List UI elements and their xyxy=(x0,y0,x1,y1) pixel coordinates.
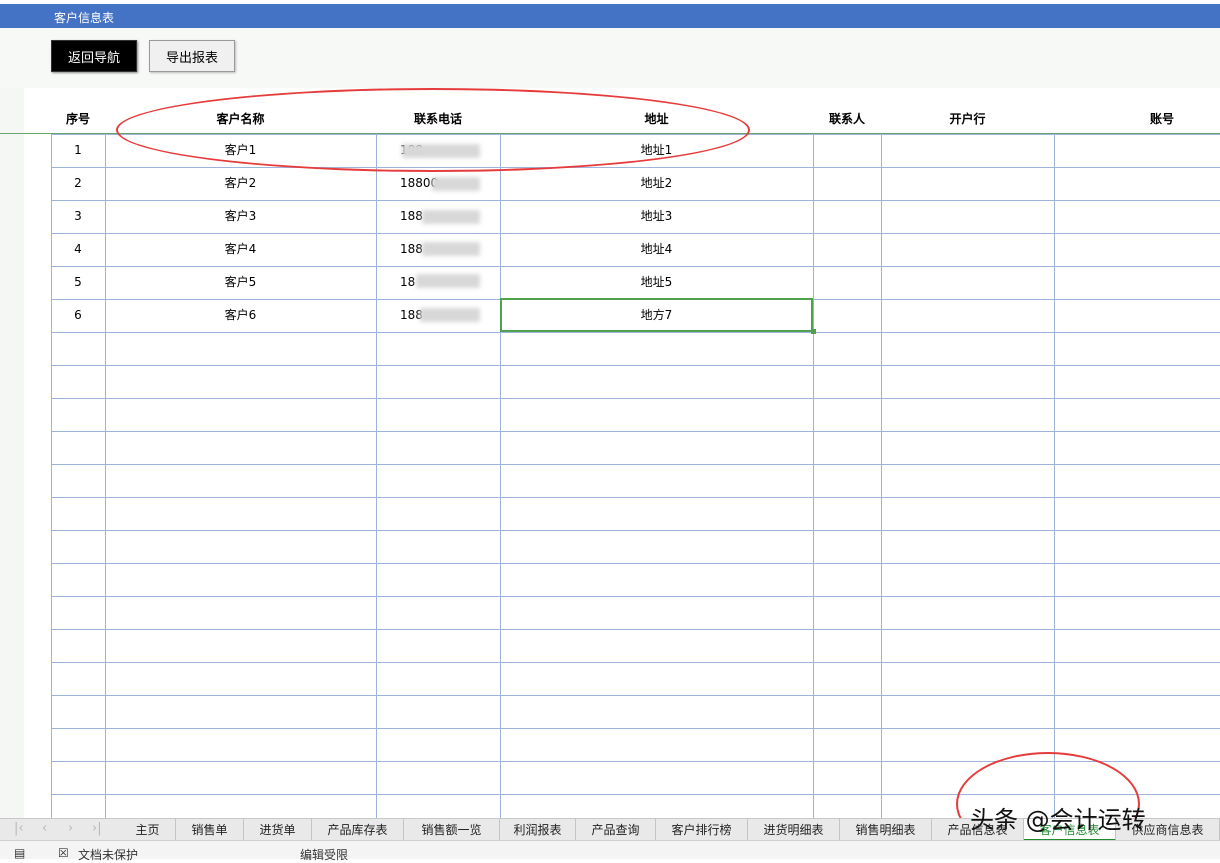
row-4-name[interactable]: 客户4 xyxy=(105,233,376,266)
tab-customer-ranking[interactable]: 客户排行榜 xyxy=(656,819,748,841)
header-bank: 开户行 xyxy=(949,112,986,126)
export-report-button[interactable]: 导出报表 xyxy=(149,40,235,72)
first-sheet-icon[interactable]: |‹ xyxy=(14,821,24,836)
tab-sales-order[interactable]: 销售单 xyxy=(176,819,244,841)
row-3-name[interactable]: 客户3 xyxy=(105,200,376,233)
tab-sales-overview[interactable]: 销售额一览 xyxy=(404,819,500,841)
row-1-index[interactable]: 1 xyxy=(51,134,105,167)
phone-blur xyxy=(422,242,480,256)
row-3-address[interactable]: 地址3 xyxy=(500,200,813,233)
row-5-name[interactable]: 客户5 xyxy=(105,266,376,299)
tab-sales-detail[interactable]: 销售明细表 xyxy=(840,819,932,841)
row-2-address[interactable]: 地址2 xyxy=(500,167,813,200)
phone-blur xyxy=(432,177,480,191)
row-6-name[interactable]: 客户6 xyxy=(105,299,376,332)
watermark: 头条 @会计运转 xyxy=(970,806,1146,834)
row-4-index[interactable]: 4 xyxy=(51,233,105,266)
row-6-index[interactable]: 6 xyxy=(51,299,105,332)
tab-purchase-detail[interactable]: 进货明细表 xyxy=(748,819,840,841)
tab-product-query[interactable]: 产品查询 xyxy=(576,819,656,841)
back-to-nav-button[interactable]: 返回导航 xyxy=(51,40,137,72)
row-5-index[interactable]: 5 xyxy=(51,266,105,299)
fill-handle[interactable] xyxy=(811,329,816,334)
row-4-address[interactable]: 地址4 xyxy=(500,233,813,266)
row-2-name[interactable]: 客户2 xyxy=(105,167,376,200)
selected-cell[interactable] xyxy=(500,298,813,332)
window-title: 客户信息表 xyxy=(54,11,115,25)
prev-sheet-icon[interactable]: ‹ xyxy=(42,821,47,836)
tab-inventory[interactable]: 产品库存表 xyxy=(312,819,404,841)
row-5-address[interactable]: 地址5 xyxy=(500,266,813,299)
phone-blur xyxy=(416,274,480,288)
phone-blur xyxy=(420,308,480,322)
tab-purchase-order[interactable]: 进货单 xyxy=(244,819,312,841)
edit-status: 编辑受限 xyxy=(300,848,349,862)
tab-home[interactable]: 主页 xyxy=(120,819,176,841)
title-bar: 客户信息表 xyxy=(0,4,1220,28)
annotation-ellipse xyxy=(116,88,750,172)
row-gutter xyxy=(0,88,24,818)
next-sheet-icon[interactable]: › xyxy=(68,821,73,836)
phone-blur xyxy=(422,210,480,224)
row-3-index[interactable]: 3 xyxy=(51,200,105,233)
row-2-index[interactable]: 2 xyxy=(51,167,105,200)
header-contact: 联系人 xyxy=(828,112,865,126)
tab-profit-report[interactable]: 利润报表 xyxy=(500,819,576,841)
protect-status[interactable]: 文档未保护 xyxy=(78,846,138,863)
header-index: 序号 xyxy=(65,112,90,126)
last-sheet-icon[interactable]: ›| xyxy=(92,821,102,836)
status-bar: ▤ ☒ 文档未保护 编辑受限 xyxy=(0,840,1220,862)
header-account: 账号 xyxy=(1149,112,1174,126)
